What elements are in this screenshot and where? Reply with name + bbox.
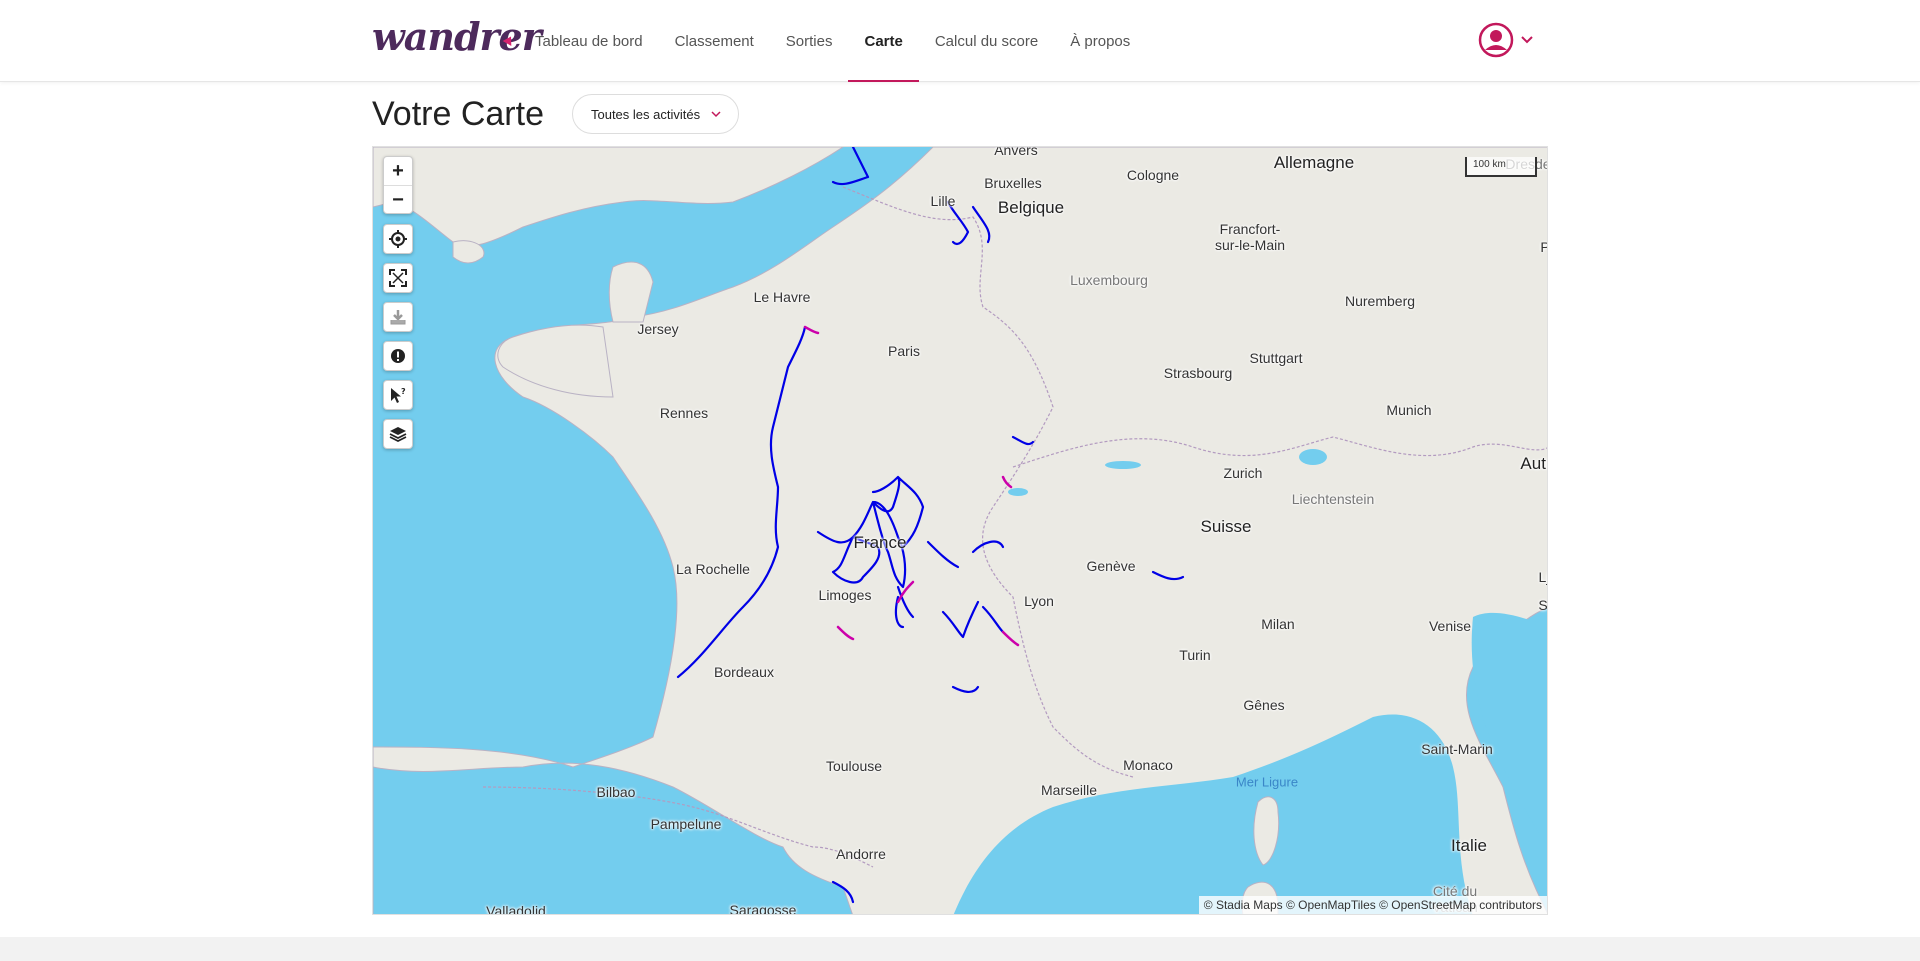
layers-button[interactable] — [384, 420, 412, 448]
label-le-havre: Le Havre — [753, 289, 811, 305]
nav-map[interactable]: Carte — [848, 0, 920, 82]
locate-control — [383, 224, 413, 254]
label-monaco: Monaco — [1123, 757, 1173, 773]
label-genes: Gênes — [1243, 697, 1285, 713]
label-limoges: Limoges — [818, 587, 872, 603]
label-bilbao: Bilbao — [596, 784, 636, 800]
label-valladolid: Valladolid — [486, 903, 546, 915]
label-lj: Lj — [1538, 569, 1547, 585]
label-paris: Paris — [888, 343, 920, 359]
report-button[interactable] — [384, 342, 412, 370]
label-milan: Milan — [1261, 616, 1295, 632]
label-luxembourg: Luxembourg — [1070, 272, 1148, 288]
label-liechtenstein: Liechtenstein — [1291, 491, 1375, 507]
download-button[interactable] — [384, 303, 412, 331]
label-stuttgart: Stuttgart — [1249, 350, 1303, 366]
nav-rides[interactable]: Sorties — [770, 0, 849, 82]
label-turin: Turin — [1179, 647, 1211, 663]
land-uk — [373, 147, 844, 247]
alert-icon — [391, 349, 405, 363]
label-marseille: Marseille — [1040, 782, 1098, 798]
logo-text: wandrer — [372, 14, 542, 59]
user-avatar-icon — [1478, 22, 1514, 58]
label-geneve: Genève — [1086, 558, 1136, 574]
label-saint-marin: Saint-Marin — [1421, 741, 1493, 757]
label-saragosse: Saragosse — [729, 902, 797, 915]
label-italie: Italie — [1451, 836, 1487, 855]
svg-text:?: ? — [401, 387, 406, 396]
cursor-help-icon: ? — [391, 387, 406, 403]
label-la-rochelle: La Rochelle — [676, 561, 750, 577]
report-control — [383, 341, 413, 371]
label-lille: Lille — [930, 193, 956, 209]
label-jersey: Jersey — [637, 321, 679, 337]
user-menu[interactable] — [1478, 22, 1534, 58]
crosshair-icon — [389, 230, 407, 248]
fullscreen-control — [383, 263, 413, 293]
label-s: S — [1538, 597, 1548, 613]
page-footer — [0, 937, 1920, 961]
label-autr: Autr — [1520, 454, 1547, 473]
activity-filter-value: Toutes les activités — [590, 106, 701, 122]
download-control — [383, 302, 413, 332]
map-basemap — [373, 147, 1547, 914]
zoom-out-button[interactable]: − — [384, 185, 412, 213]
label-munich: Munich — [1386, 402, 1432, 418]
top-navbar: wandrer Tableau de bord Classement Sorti… — [0, 0, 1920, 82]
nav-about[interactable]: À propos — [1054, 0, 1146, 82]
label-francfort: Francfort- sur-le-Main — [1214, 221, 1286, 253]
zoom-in-button[interactable]: + — [384, 157, 412, 185]
download-icon — [390, 310, 406, 325]
label-zurich: Zurich — [1223, 465, 1263, 481]
map-view[interactable]: Anvers Bruxelles Lille Belgique Cologne … — [372, 146, 1548, 915]
fullscreen-button[interactable] — [384, 264, 412, 292]
nav-score-calc[interactable]: Calcul du score — [919, 0, 1054, 82]
label-strasbourg: Strasbourg — [1163, 365, 1233, 381]
label-cologne: Cologne — [1126, 167, 1180, 183]
wandrer-logo[interactable]: wandrer — [372, 14, 542, 60]
page-title: Votre Carte — [372, 94, 544, 133]
label-suisse: Suisse — [1200, 517, 1252, 536]
query-control: ? — [383, 380, 413, 410]
activity-filter-select[interactable]: Toutes les activités — [571, 94, 740, 134]
label-toulouse: Toulouse — [825, 758, 883, 774]
label-belgique: Belgique — [997, 198, 1065, 217]
label-bruxelles: Bruxelles — [984, 175, 1042, 191]
label-nuremberg: Nuremberg — [1344, 293, 1416, 309]
nav-leaderboard[interactable]: Classement — [659, 0, 770, 82]
map-attribution[interactable]: © Stadia Maps © OpenMapTiles © OpenStree… — [1198, 896, 1547, 914]
label-france: France — [853, 533, 907, 552]
locate-button[interactable] — [384, 225, 412, 253]
chevron-down-icon — [711, 111, 721, 118]
fullscreen-icon — [389, 269, 407, 287]
main-nav: Tableau de bord Classement Sorties Carte… — [519, 0, 1146, 82]
label-venise: Venise — [1428, 618, 1472, 634]
query-button[interactable]: ? — [384, 381, 412, 409]
label-anvers: Anvers — [994, 146, 1038, 158]
label-andorre: Andorre — [836, 846, 886, 862]
label-lyon: Lyon — [1024, 593, 1054, 609]
land-cotentin — [608, 261, 654, 323]
label-mer-ligure: Mer Ligure — [1235, 774, 1299, 790]
nav-dashboard[interactable]: Tableau de bord — [519, 0, 659, 82]
map-scale: 100 km — [1465, 157, 1537, 177]
layers-control — [383, 419, 413, 449]
label-pampelune: Pampelune — [650, 816, 722, 832]
label-allemagne: Allemagne — [1273, 153, 1355, 172]
chevron-down-icon — [1521, 36, 1533, 44]
label-bordeaux: Bordeaux — [714, 664, 774, 680]
zoom-control: + − — [383, 156, 413, 214]
title-row: Votre Carte Toutes les activités — [372, 90, 740, 138]
layers-icon — [389, 427, 407, 443]
label-p: P — [1540, 239, 1547, 255]
label-rennes: Rennes — [659, 405, 709, 421]
